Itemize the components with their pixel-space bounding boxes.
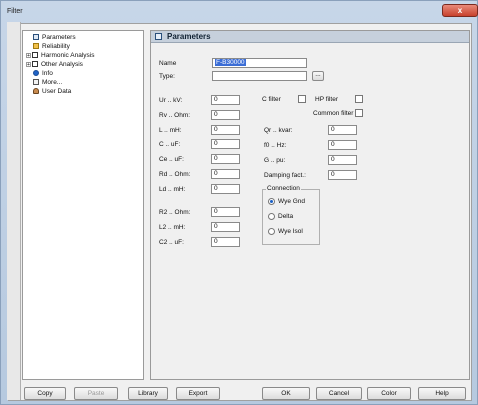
- rv-label: Rv .. Ohm:: [159, 112, 191, 119]
- tree-item-label: Other Analysis: [41, 61, 83, 68]
- paste-button[interactable]: Paste: [74, 387, 118, 400]
- c-input[interactable]: 0: [211, 139, 240, 149]
- cancel-button[interactable]: Cancel: [316, 387, 362, 400]
- name-label: Name: [159, 60, 177, 67]
- window-title: Filter: [7, 8, 23, 15]
- parameters-icon: [155, 33, 162, 40]
- tree-item-label: User Data: [42, 88, 72, 95]
- ce-label: Ce .. uF:: [159, 156, 184, 163]
- expand-icon[interactable]: +: [26, 61, 31, 67]
- panel-title: Parameters: [167, 32, 211, 41]
- ur-label: Ur .. kV:: [159, 97, 183, 104]
- qr-label: Qr .. kvar:: [264, 127, 293, 134]
- name-value: F-B30000: [215, 59, 246, 66]
- other-analysis-icon: [32, 61, 38, 68]
- tree-item-other-analysis[interactable]: + Other Analysis: [26, 61, 83, 69]
- c2-label: C2 .. uF:: [159, 239, 184, 246]
- ok-button[interactable]: OK: [262, 387, 310, 400]
- tree-item-label: Harmonic Analysis: [41, 52, 95, 59]
- delta-radio[interactable]: [268, 213, 275, 220]
- damping-label: Damping fact.:: [264, 172, 306, 179]
- common-filter-label: Common filter: [313, 110, 354, 117]
- tree-item-harmonic-analysis[interactable]: + Harmonic Analysis: [26, 52, 94, 60]
- hpfilter-checkbox[interactable]: [355, 95, 363, 103]
- rd-input[interactable]: 0: [211, 169, 240, 179]
- tree-item-label: Reliability: [42, 43, 70, 50]
- damping-input[interactable]: 0: [328, 170, 357, 180]
- left-scrollbar[interactable]: [7, 22, 21, 400]
- r2-label: R2 .. Ohm:: [159, 209, 191, 216]
- r2-input[interactable]: 0: [211, 207, 240, 217]
- help-button[interactable]: Help: [418, 387, 466, 400]
- library-button[interactable]: Library: [128, 387, 168, 400]
- l-input[interactable]: 0: [211, 125, 240, 135]
- tree-item-label: Parameters: [42, 34, 76, 41]
- tree-item-user-data[interactable]: User Data: [33, 88, 71, 96]
- harmonic-icon: [32, 52, 38, 59]
- f0-input[interactable]: 0: [328, 140, 357, 150]
- info-icon: [33, 70, 39, 77]
- delta-label: Delta: [278, 213, 294, 220]
- copy-button[interactable]: Copy: [24, 387, 66, 400]
- common-filter-checkbox[interactable]: [355, 109, 363, 117]
- close-icon: x: [457, 6, 463, 15]
- tree-item-parameters[interactable]: Parameters: [33, 34, 76, 42]
- rd-label: Rd .. Ohm:: [159, 171, 191, 178]
- ld-input[interactable]: 0: [211, 184, 240, 194]
- wye-isol-label: Wye Isol: [278, 228, 303, 235]
- g-input[interactable]: 0: [328, 155, 357, 165]
- wye-isol-radio[interactable]: [268, 228, 275, 235]
- tree-item-reliability[interactable]: Reliability: [33, 43, 70, 51]
- g-label: G .. pu:: [264, 157, 286, 164]
- cfilter-checkbox[interactable]: [298, 95, 306, 103]
- tree-item-label: More...: [42, 79, 63, 86]
- ce-input[interactable]: 0: [211, 154, 240, 164]
- c2-input[interactable]: 0: [211, 237, 240, 247]
- qr-input[interactable]: 0: [328, 125, 357, 135]
- browse-type-button[interactable]: ...: [312, 71, 324, 81]
- type-label: Type:: [159, 73, 175, 80]
- type-input[interactable]: [212, 71, 307, 81]
- l2-input[interactable]: 0: [211, 222, 240, 232]
- color-button[interactable]: Color: [367, 387, 411, 400]
- connection-label: Connection: [266, 185, 301, 192]
- wye-gnd-label: Wye Gnd: [278, 198, 306, 205]
- rv-input[interactable]: 0: [211, 110, 240, 120]
- tree-item-label: Info: [42, 70, 53, 77]
- hpfilter-label: HP filter: [315, 96, 338, 103]
- wye-gnd-radio[interactable]: [268, 198, 275, 205]
- f0-label: f0 .. Hz:: [264, 142, 287, 149]
- tree-view: Parameters Reliability + Harmonic Analysi…: [22, 30, 144, 380]
- cfilter-label: C filter: [262, 96, 281, 103]
- name-input[interactable]: F-B30000: [212, 58, 307, 68]
- ld-label: Ld .. mH:: [159, 186, 186, 193]
- title-bar[interactable]: Filter x: [1, 1, 478, 23]
- tree-item-info[interactable]: Info: [33, 70, 53, 78]
- l2-label: L2 .. mH:: [159, 224, 186, 231]
- tree-item-more[interactable]: More...: [33, 79, 62, 87]
- l-label: L .. mH:: [159, 127, 182, 134]
- ur-input[interactable]: 0: [211, 95, 240, 105]
- parameters-icon: [33, 34, 39, 41]
- reliability-icon: [33, 43, 39, 50]
- close-button[interactable]: x: [442, 4, 478, 17]
- c-label: C .. uF:: [159, 141, 181, 148]
- more-icon: [33, 79, 39, 86]
- expand-icon[interactable]: +: [26, 52, 31, 58]
- export-button[interactable]: Export: [176, 387, 220, 400]
- panel-header: Parameters: [151, 31, 469, 43]
- user-data-icon: [33, 88, 39, 95]
